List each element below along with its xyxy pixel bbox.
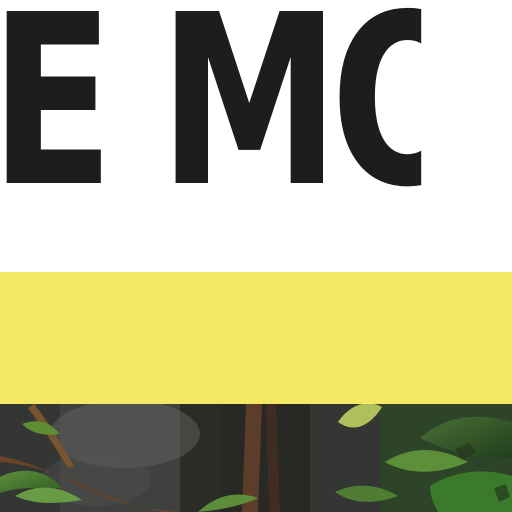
forest-photo-illustration — [0, 404, 512, 512]
page: E MOD — [0, 0, 512, 512]
hero-headline: E MOD — [0, 0, 421, 232]
forest-photo — [0, 404, 512, 512]
yellow-highlight-band — [0, 272, 512, 404]
